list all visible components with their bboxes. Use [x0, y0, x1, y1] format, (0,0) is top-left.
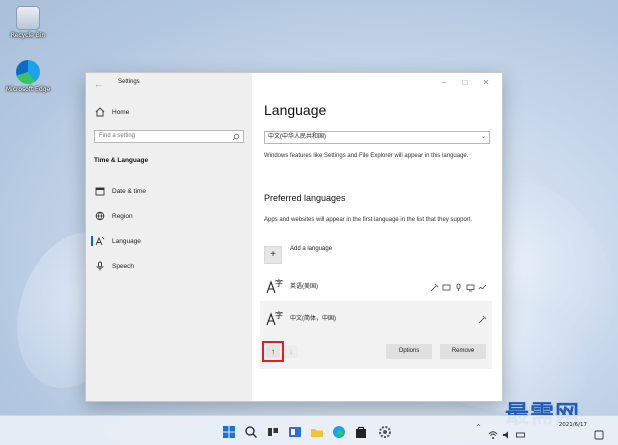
file-explorer-icon[interactable] — [310, 424, 324, 438]
search-placeholder: Find a setting — [99, 133, 136, 139]
notification-icon[interactable] — [594, 425, 604, 440]
desktop-icon-edge[interactable]: Microsoft Edge — [3, 60, 53, 93]
taskbar: ^ 2021/6/17 — [0, 415, 618, 445]
display-icon — [466, 279, 475, 292]
maximize-button[interactable]: □ — [458, 77, 472, 89]
minimize-button[interactable]: – — [437, 77, 451, 89]
handwriting-icon — [478, 279, 487, 290]
sidebar-item-label: Date & time — [112, 187, 146, 195]
tray-chevron-icon[interactable]: ^ — [476, 424, 481, 431]
svg-text:字: 字 — [275, 278, 283, 288]
battery-icon[interactable] — [516, 425, 526, 438]
desktop-icon-recycle-bin[interactable]: Recycle Bin — [3, 6, 53, 39]
sidebar-item-region[interactable]: Region — [94, 208, 244, 224]
desktop-icon-label: Recycle Bin — [10, 32, 46, 39]
remove-button[interactable]: Remove — [440, 344, 486, 359]
clock-date: 2021/6/17 — [558, 422, 587, 428]
search-input[interactable]: Find a setting — [94, 130, 244, 143]
preferred-languages-note: Apps and websites will appear in the fir… — [264, 217, 473, 223]
sidebar-item-label: Region — [112, 212, 133, 220]
language-list-item-chinese[interactable]: 字 中文(简体，中国) ↑ ↓ Options Remove — [260, 301, 492, 369]
sidebar-item-date-time[interactable]: Date & time — [94, 183, 244, 199]
language-icon: 字 — [266, 309, 284, 327]
keyboard-icon — [442, 279, 451, 291]
close-button[interactable]: ✕ — [479, 77, 493, 89]
chevron-down-icon: ⌄ — [480, 134, 486, 140]
store-icon[interactable] — [354, 424, 368, 438]
highlight-box — [262, 341, 284, 362]
settings-gear-icon[interactable] — [378, 424, 392, 438]
display-language-select[interactable]: 中文(中华人民共和国) ⌄ — [264, 131, 490, 144]
language-icon: 字 — [266, 277, 284, 295]
volume-icon[interactable] — [502, 425, 512, 439]
sidebar-item-language[interactable]: Language — [91, 233, 244, 249]
display-language-value: 中文(中华人民共和国) — [268, 134, 326, 140]
move-down-button[interactable]: ↓ — [284, 345, 298, 358]
language-name: 中文(简体，中国) — [290, 316, 336, 322]
sidebar: ← Settings Home Find a setting Time & La… — [86, 73, 252, 401]
pen-icon — [478, 311, 487, 324]
settings-window: ← Settings Home Find a setting Time & La… — [85, 72, 503, 402]
microphone-icon — [94, 260, 106, 272]
language-name: 英语(美国) — [290, 284, 318, 290]
network-icon[interactable] — [488, 425, 498, 439]
pen-icon — [430, 279, 439, 292]
back-arrow-icon[interactable]: ← — [94, 78, 106, 90]
page-title: Language — [264, 102, 327, 118]
window-title: Settings — [118, 79, 140, 85]
microphone-icon — [454, 279, 463, 291]
edge-icon — [16, 60, 40, 84]
section-heading: Time & Language — [94, 157, 149, 164]
add-language-label[interactable]: Add a language — [290, 246, 332, 252]
sidebar-item-label: Speech — [112, 262, 135, 270]
sidebar-item-speech[interactable]: Speech — [94, 258, 244, 274]
home-icon — [94, 106, 106, 118]
sidebar-item-label: Home — [112, 108, 130, 116]
recycle-bin-icon — [16, 6, 40, 30]
widgets-icon[interactable] — [288, 424, 302, 438]
search-icon — [232, 133, 240, 141]
taskbar-clock[interactable]: 2021/6/17 — [547, 421, 587, 429]
sidebar-item-home[interactable]: Home — [94, 104, 244, 120]
sidebar-item-label: Language — [112, 237, 141, 245]
calendar-clock-icon — [94, 185, 106, 197]
svg-text:字: 字 — [275, 310, 283, 320]
globe-icon — [94, 210, 106, 222]
preferred-languages-heading: Preferred languages — [264, 193, 346, 203]
start-button[interactable] — [222, 424, 236, 438]
options-button[interactable]: Options — [386, 344, 432, 359]
language-icon — [94, 235, 106, 247]
task-view-icon[interactable] — [266, 424, 280, 438]
desktop-icon-label: Microsoft Edge — [5, 86, 51, 93]
display-language-note: Windows features like Settings and File … — [264, 153, 469, 159]
edge-icon[interactable] — [332, 424, 346, 438]
add-language-button[interactable]: + — [264, 246, 282, 264]
language-list-item-english[interactable]: 字 英语(美国) — [260, 269, 492, 303]
main-panel: – □ ✕ Language 中文(中华人民共和国) ⌄ Windows fea… — [252, 73, 502, 401]
search-icon[interactable] — [244, 424, 258, 438]
